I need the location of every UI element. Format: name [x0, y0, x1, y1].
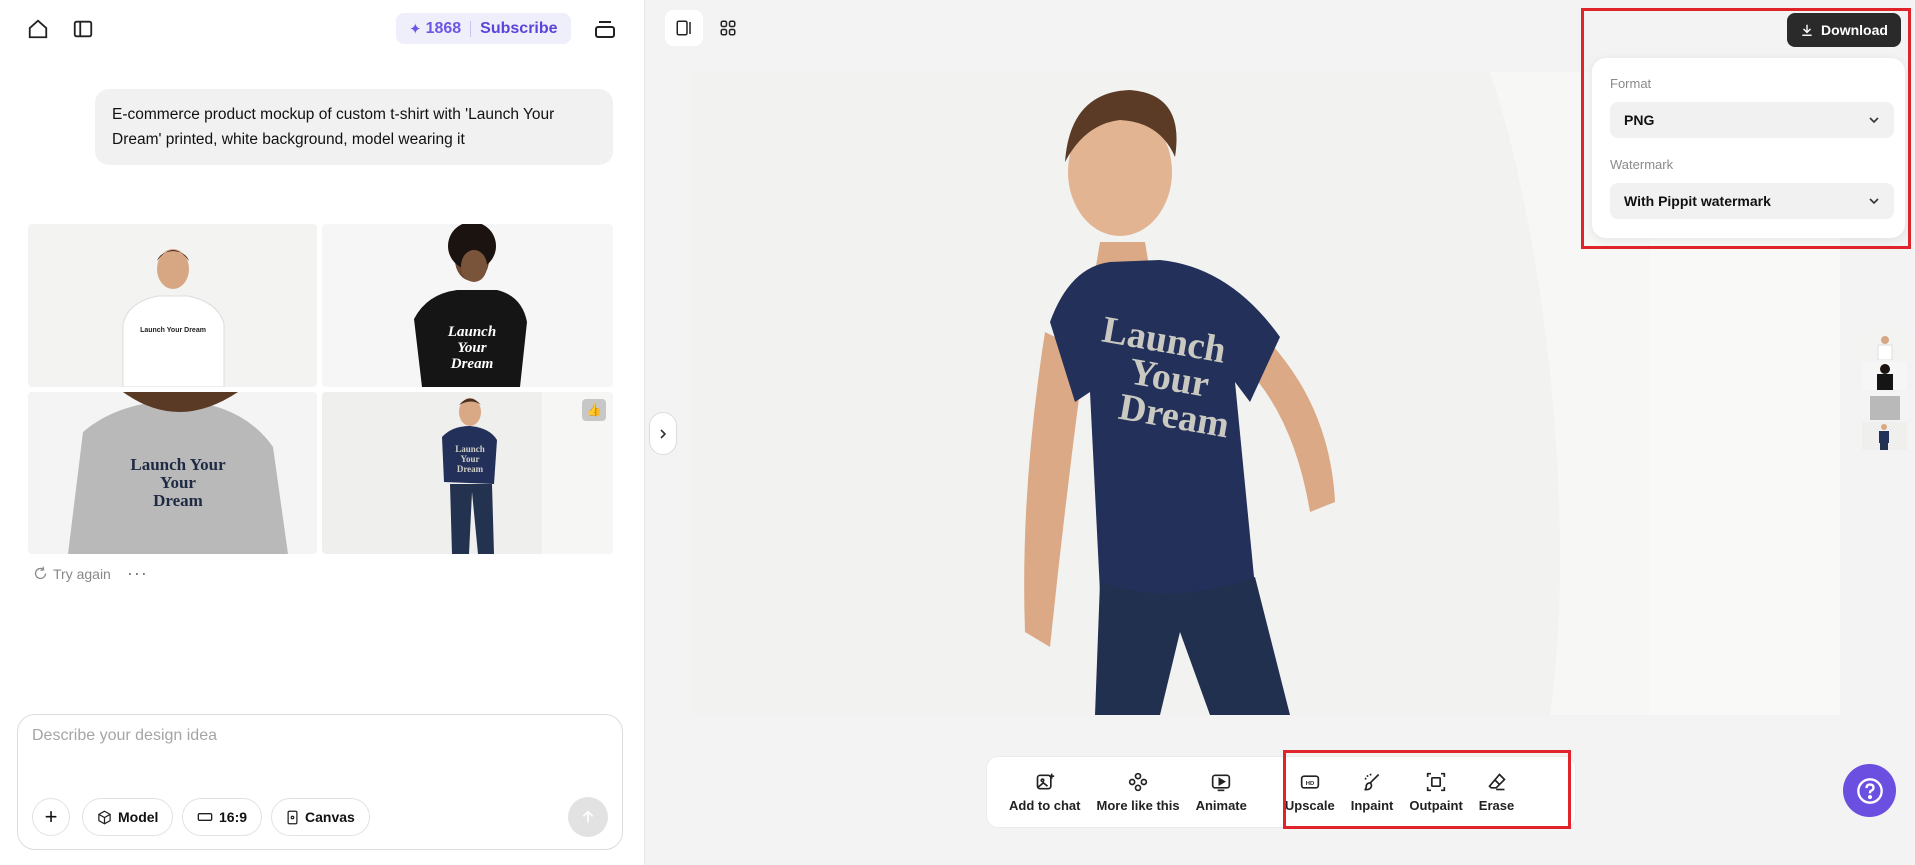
- tool-label: Add to chat: [1009, 797, 1081, 813]
- result-image-2[interactable]: Launch Your Dream: [322, 224, 613, 387]
- svg-text:Dream: Dream: [450, 356, 494, 372]
- prompt-input[interactable]: [32, 727, 592, 745]
- animate-button[interactable]: Animate: [1188, 762, 1255, 822]
- stack-menu-icon: [595, 21, 615, 38]
- inpaint-button[interactable]: Inpaint: [1343, 762, 1402, 822]
- download-label: Download: [1821, 22, 1888, 38]
- panel-view-icon: [676, 20, 691, 36]
- menu-button[interactable]: [590, 14, 620, 44]
- add-to-chat-button[interactable]: Add to chat: [1001, 762, 1089, 822]
- watermark-label: Watermark: [1610, 157, 1674, 172]
- try-again-label: Try again: [53, 565, 111, 582]
- single-view-toggle[interactable]: [665, 10, 703, 46]
- model-label: Model: [118, 809, 159, 825]
- strip-thumb-3[interactable]: [1862, 392, 1907, 420]
- chevron-right-icon: [660, 428, 667, 439]
- tool-label: Upscale: [1284, 797, 1335, 813]
- erase-button[interactable]: Erase: [1471, 762, 1522, 822]
- more-like-this-button[interactable]: More like this: [1089, 762, 1188, 822]
- like-badge[interactable]: 👍: [582, 399, 606, 421]
- canvas-label: Canvas: [305, 809, 355, 825]
- ratio-label: 16:9: [219, 809, 248, 825]
- grid-icon: [720, 20, 736, 36]
- image-thumbnail-strip: [1862, 332, 1907, 452]
- download-options-panel: Format PNG Watermark With Pippit waterma…: [1592, 58, 1905, 238]
- refresh-icon: [34, 566, 47, 580]
- ratio-icon: [197, 813, 213, 821]
- format-select[interactable]: PNG: [1610, 102, 1894, 138]
- subscribe-link[interactable]: Subscribe: [480, 20, 557, 38]
- credits-badge[interactable]: ✦ 1868 Subscribe: [396, 13, 571, 44]
- aspect-ratio-selector[interactable]: 16:9: [182, 798, 263, 836]
- result-actions: Try again ···: [33, 563, 148, 584]
- shirt-print-text: Launch Your Dream: [140, 327, 206, 334]
- result-image-3[interactable]: Launch Your Your Dream: [28, 392, 317, 554]
- canvas-toggle[interactable]: Canvas: [271, 798, 370, 836]
- format-label: Format: [1610, 76, 1652, 91]
- svg-text:Launch: Launch: [455, 444, 485, 454]
- add-image-icon: [1036, 773, 1054, 789]
- watermark-select[interactable]: With Pippit watermark: [1610, 183, 1894, 219]
- tool-label: Animate: [1195, 797, 1247, 813]
- result-image-1[interactable]: Launch Your Dream: [28, 224, 317, 387]
- svg-text:Dream: Dream: [153, 491, 203, 510]
- strip-thumb-1[interactable]: [1862, 332, 1907, 360]
- tool-label: More like this: [1096, 797, 1180, 813]
- tshirt-shape: [122, 295, 225, 387]
- user-prompt-bubble: E-commerce product mockup of custom t-sh…: [95, 89, 613, 165]
- svg-text:Your: Your: [457, 340, 486, 356]
- expand-icon: [1426, 772, 1446, 791]
- divider: [470, 20, 472, 37]
- svg-text:HD: HD: [1306, 780, 1314, 786]
- outpaint-button[interactable]: Outpaint: [1401, 762, 1470, 822]
- download-button[interactable]: Download: [1787, 13, 1901, 47]
- arrow-up-icon: [582, 810, 594, 823]
- svg-text:Launch Your: Launch Your: [130, 455, 226, 474]
- credits-count: 1868: [425, 19, 462, 37]
- brush-icon: [1364, 773, 1380, 790]
- svg-text:Launch: Launch: [447, 324, 496, 340]
- try-again-button[interactable]: Try again: [33, 566, 111, 582]
- download-icon: [1802, 24, 1812, 36]
- send-button[interactable]: [568, 797, 608, 837]
- chat-panel: ✦ 1868 Subscribe E-commerce product mock…: [0, 0, 645, 865]
- add-attachment-button[interactable]: +: [32, 798, 70, 836]
- upscale-button[interactable]: HD Upscale: [1277, 762, 1343, 822]
- dots-cluster-icon: [1128, 772, 1148, 791]
- chevron-down-icon: [1869, 117, 1879, 124]
- expand-panel-handle[interactable]: [649, 412, 677, 455]
- hd-icon: HD: [1300, 774, 1319, 789]
- question-icon: [1856, 777, 1883, 804]
- thumbs-up-icon: 👍: [586, 403, 602, 417]
- svg-text:Your: Your: [460, 454, 479, 464]
- model-selector[interactable]: Model: [82, 798, 174, 836]
- result-image-4[interactable]: Launch Your Dream 👍: [322, 392, 613, 554]
- chevron-down-icon: [1869, 198, 1879, 205]
- strip-thumb-2[interactable]: [1862, 362, 1907, 390]
- more-options-button[interactable]: ···: [127, 563, 148, 584]
- home-button[interactable]: [23, 14, 53, 44]
- canvas-icon: [287, 810, 298, 824]
- tool-label: Erase: [1478, 797, 1515, 813]
- format-value: PNG: [1624, 112, 1655, 128]
- tool-label: Inpaint: [1350, 797, 1394, 813]
- tool-label: Outpaint: [1409, 797, 1463, 813]
- help-button[interactable]: [1843, 764, 1896, 817]
- cube-icon: [98, 810, 111, 824]
- svg-text:Your: Your: [160, 473, 196, 492]
- sparkle-icon: ✦: [409, 20, 422, 38]
- strip-thumb-4[interactable]: [1862, 422, 1907, 450]
- grid-view-toggle[interactable]: [710, 10, 746, 46]
- sidebar-toggle-icon: [73, 20, 93, 38]
- image-toolbar: Add to chat More like this Animate HD Up…: [986, 756, 1576, 828]
- plus-icon: +: [44, 804, 58, 829]
- svg-text:Dream: Dream: [457, 464, 484, 474]
- eraser-icon: [1487, 772, 1506, 790]
- watermark-value: With Pippit watermark: [1624, 193, 1771, 209]
- prompt-composer: + Model 16:9 Canvas: [17, 714, 623, 850]
- animate-icon: [1212, 774, 1231, 791]
- sidebar-toggle-button[interactable]: [68, 14, 98, 44]
- home-icon: [28, 19, 48, 39]
